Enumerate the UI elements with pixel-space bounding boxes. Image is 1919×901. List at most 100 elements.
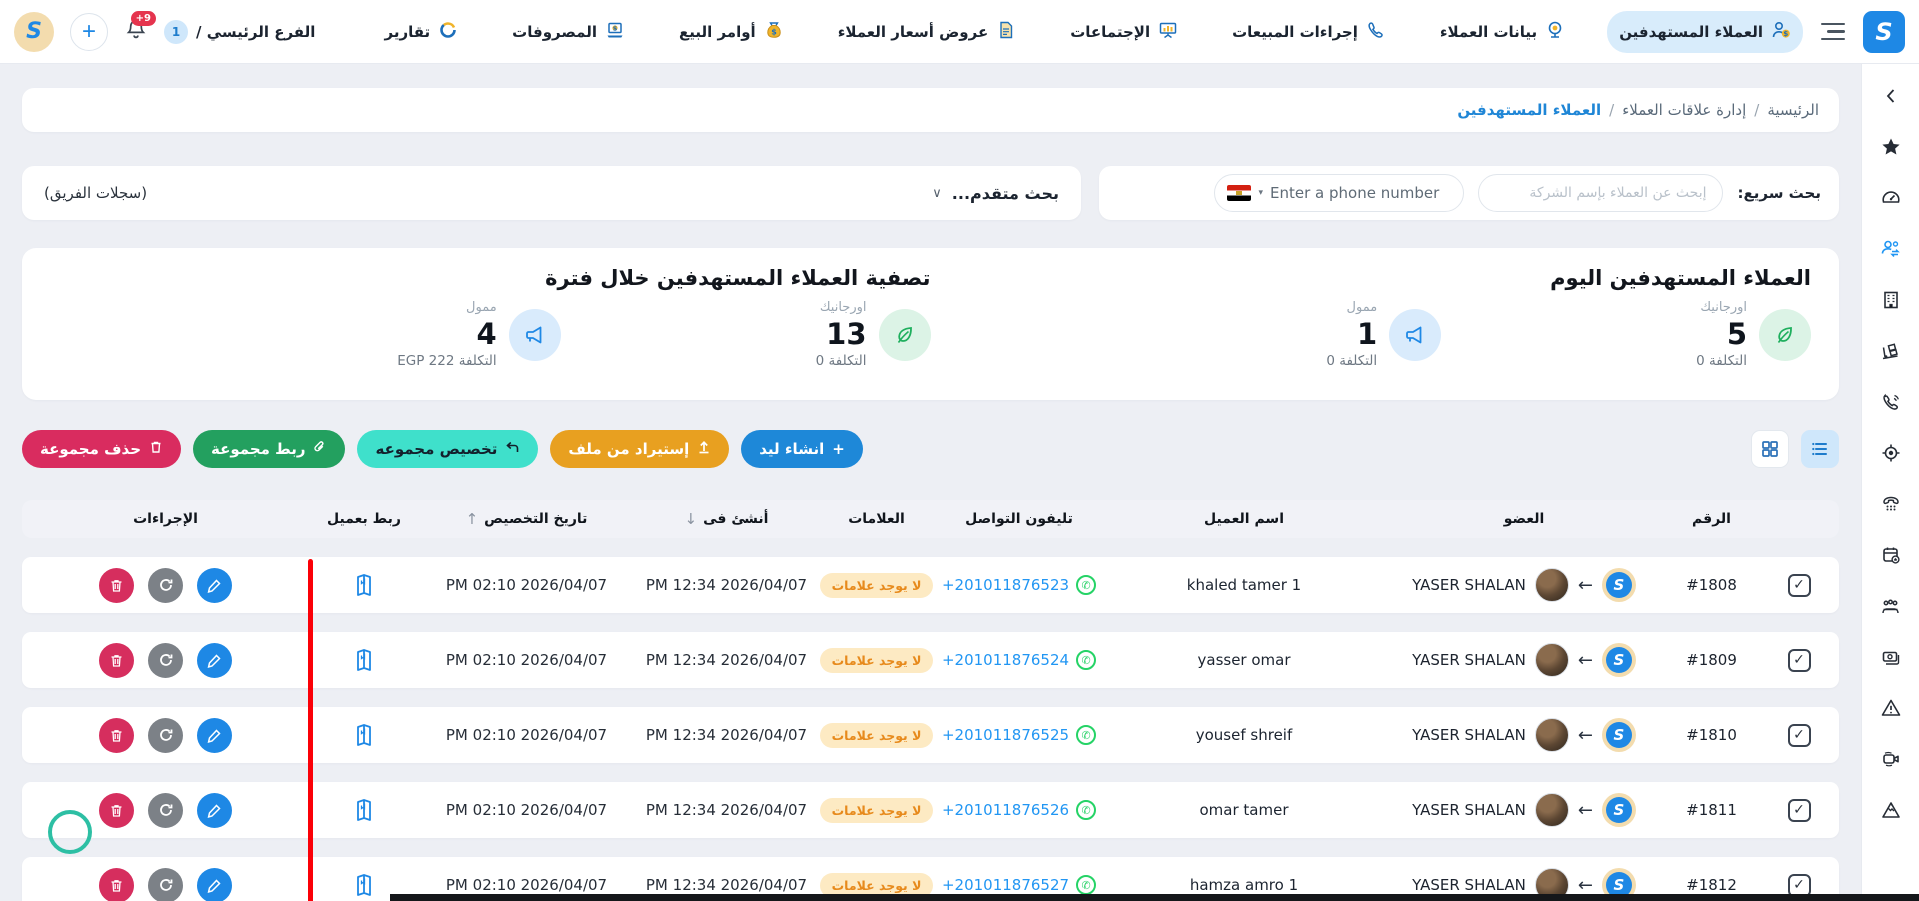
phone-link[interactable]: +201011876526	[942, 801, 1069, 819]
phone-link[interactable]: +201011876523	[942, 576, 1069, 594]
table-rows: ✓ #1808 S ← YASER SHALAN khaled tamer 1 …	[22, 557, 1839, 901]
video-meeting-icon[interactable]	[1879, 747, 1903, 771]
link-client-icon[interactable]	[352, 872, 376, 898]
call-phone-icon[interactable]	[1879, 390, 1903, 414]
delete-button[interactable]	[99, 868, 134, 901]
delete-button[interactable]	[99, 568, 134, 603]
nav-item-quotes[interactable]: عروض أسعار العملاء	[826, 11, 1029, 53]
edit-button[interactable]	[197, 868, 232, 901]
whatsapp-icon[interactable]: ✆	[1076, 875, 1096, 895]
delete-button[interactable]	[99, 643, 134, 678]
company-building-icon[interactable]	[1879, 288, 1903, 312]
row-checkbox[interactable]: ✓	[1788, 799, 1811, 822]
row-customer-name[interactable]: yousef shreif	[1104, 726, 1384, 744]
nav-item-customer-data[interactable]: بيانات العملاء	[1428, 11, 1577, 53]
phone-link[interactable]: +201011876527	[942, 876, 1069, 894]
phone-link[interactable]: +201011876524	[942, 651, 1069, 669]
header-created[interactable]: أنشئ فى ↓	[634, 510, 819, 528]
refresh-button[interactable]	[148, 868, 183, 901]
leads-table: الرقم العضو اسم العميل تليفون التواصل ال…	[22, 500, 1839, 901]
telephone-keypad-icon[interactable]	[1879, 492, 1903, 516]
whatsapp-icon[interactable]: ✆	[1076, 575, 1096, 595]
row-assigned-date: PM 02:10 2026/04/07	[419, 651, 634, 669]
app-logo[interactable]: S	[1863, 11, 1905, 53]
grid-view-button[interactable]	[1751, 430, 1789, 468]
header-assigned[interactable]: تاريخ التخصيص ↑	[419, 510, 634, 528]
refresh-button[interactable]	[148, 718, 183, 753]
company-search-input[interactable]	[1478, 174, 1723, 212]
alerts-warning-icon[interactable]	[1879, 696, 1903, 720]
nav-item-expenses[interactable]: $ المصروفات	[500, 11, 637, 53]
row-customer-name[interactable]: khaled tamer 1	[1104, 576, 1384, 594]
notifications-button[interactable]: +9	[124, 18, 148, 46]
link-client-icon[interactable]	[352, 797, 376, 823]
row-checkbox[interactable]: ✓	[1788, 724, 1811, 747]
whatsapp-icon[interactable]: ✆	[1076, 725, 1096, 745]
refresh-button[interactable]	[148, 793, 183, 828]
goals-mountain-icon[interactable]	[1879, 798, 1903, 822]
header-member[interactable]: العضو	[1384, 511, 1664, 527]
phone-search-input[interactable]: ▾ Enter a phone number	[1214, 174, 1464, 212]
delete-group-button[interactable]: حذف مجموعة	[22, 430, 181, 468]
dashboard-gauge-icon[interactable]	[1879, 186, 1903, 210]
edit-button[interactable]	[197, 643, 232, 678]
delete-button[interactable]	[99, 718, 134, 753]
collapse-chevron-icon[interactable]	[1879, 84, 1903, 108]
meeting-room-icon[interactable]	[1879, 594, 1903, 618]
row-customer-name[interactable]: yasser omar	[1104, 651, 1384, 669]
header-id[interactable]: الرقم	[1664, 511, 1759, 527]
advanced-search-toggle[interactable]: بحث متقدم...	[952, 184, 1059, 203]
link-group-button[interactable]: ربط مجموعة	[193, 430, 345, 468]
calendar-event-icon[interactable]	[1879, 543, 1903, 567]
edit-button[interactable]	[197, 568, 232, 603]
create-lead-button[interactable]: + انشاء ليد	[741, 430, 863, 468]
row-created-date: PM 12:34 2026/04/07	[634, 576, 819, 594]
list-view-button[interactable]	[1801, 430, 1839, 468]
nav-item-leads[interactable]: $ العملاء المستهدفين	[1607, 11, 1803, 53]
row-checkbox[interactable]: ✓	[1788, 649, 1811, 672]
import-file-label: إستيراد من ملف	[568, 440, 689, 458]
branch-selector[interactable]: الفرع الرئيسي / 1	[164, 20, 315, 44]
hamburger-menu-icon[interactable]	[1821, 23, 1845, 41]
row-customer-name[interactable]: hamza amro 1	[1104, 876, 1384, 894]
supplies-trolley-icon[interactable]	[1879, 339, 1903, 363]
lead-target-icon[interactable]	[1879, 441, 1903, 465]
header-link-client[interactable]: ربط بعميل	[309, 511, 419, 527]
arrow-left-icon: ←	[1578, 875, 1593, 896]
delete-button[interactable]	[99, 793, 134, 828]
header-tags[interactable]: العلامات	[819, 511, 934, 527]
stat-value: 13	[826, 316, 866, 352]
link-client-icon[interactable]	[352, 722, 376, 748]
flag-caret-icon[interactable]: ▾	[1258, 188, 1263, 198]
nav-item-meetings[interactable]: الإجتماعات	[1058, 11, 1190, 53]
chat-widget-ring[interactable]	[48, 810, 92, 854]
refresh-button[interactable]	[148, 568, 183, 603]
nav-item-sales-actions[interactable]: إجراءات المبيعات	[1220, 11, 1398, 53]
nav-item-reports[interactable]: تقارير	[373, 11, 471, 53]
payments-cash-icon[interactable]	[1879, 645, 1903, 669]
assign-group-button[interactable]: تخصيص مجموعه	[357, 430, 538, 468]
breadcrumb-section[interactable]: إدارة علاقات العملاء	[1622, 101, 1746, 119]
refresh-button[interactable]	[148, 643, 183, 678]
leads-transfer-icon[interactable]	[1879, 237, 1903, 261]
nav-item-sales-orders[interactable]: $ أوامر البيع	[667, 11, 796, 53]
sort-down-icon[interactable]: ↓	[685, 510, 698, 528]
breadcrumb-home[interactable]: الرئيسية	[1767, 101, 1819, 119]
company-logo[interactable]: S	[14, 12, 54, 52]
link-client-icon[interactable]	[352, 647, 376, 673]
header-name[interactable]: اسم العميل	[1104, 511, 1384, 527]
edit-button[interactable]	[197, 793, 232, 828]
quick-add-button[interactable]: +	[70, 13, 108, 51]
favorites-star-icon[interactable]	[1879, 135, 1903, 159]
row-customer-name[interactable]: omar tamer	[1104, 801, 1384, 819]
whatsapp-icon[interactable]: ✆	[1076, 800, 1096, 820]
chevron-down-icon[interactable]: ∨	[932, 186, 942, 201]
import-file-button[interactable]: إستيراد من ملف	[550, 430, 729, 468]
edit-button[interactable]	[197, 718, 232, 753]
sort-up-icon[interactable]: ↑	[466, 510, 479, 528]
link-client-icon[interactable]	[352, 572, 376, 598]
row-checkbox[interactable]: ✓	[1788, 574, 1811, 597]
whatsapp-icon[interactable]: ✆	[1076, 650, 1096, 670]
header-phone[interactable]: تليفون التواصل	[934, 511, 1104, 527]
phone-link[interactable]: +201011876525	[942, 726, 1069, 744]
